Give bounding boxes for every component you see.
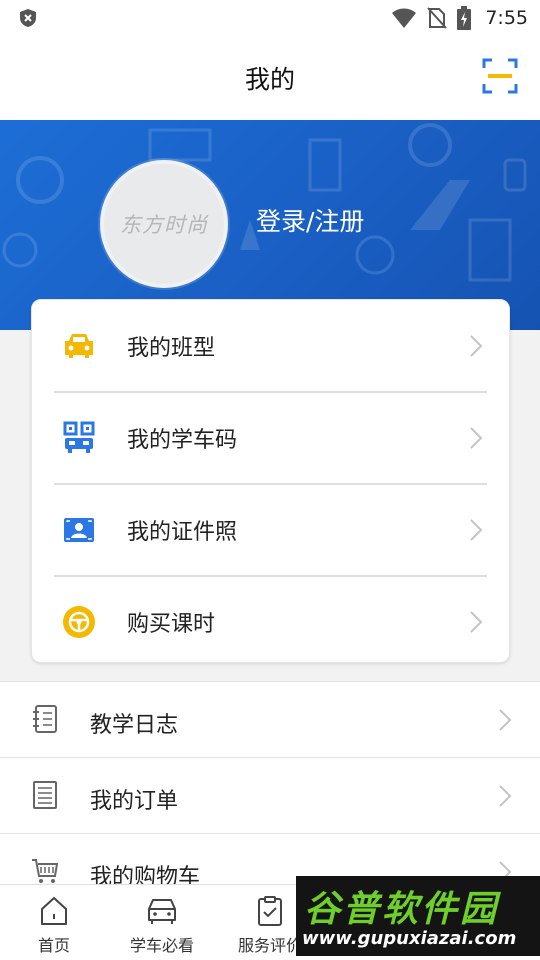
menu-item-id-photo[interactable]: 我的证件照 — [32, 484, 509, 576]
list-item-teaching-log[interactable]: 教学日志 — [0, 682, 540, 758]
steering-wheel-icon — [63, 606, 95, 638]
menu-item-buy-hours[interactable]: 购买课时 — [32, 576, 509, 668]
watermark-url-text: www.gupuxiazai.com — [302, 928, 517, 949]
chevron-right-icon — [499, 709, 512, 731]
chevron-right-icon — [470, 335, 483, 357]
chevron-right-icon — [470, 611, 483, 633]
chevron-right-icon — [499, 785, 512, 807]
list-menu: 教学日志 我的订单 我的购物车 — [0, 681, 540, 910]
home-icon — [41, 897, 67, 925]
status-time: 7:55 — [485, 7, 528, 29]
shield-x-icon — [20, 9, 36, 27]
chevron-right-icon — [470, 519, 483, 541]
menu-item-label: 我的证件照 — [127, 520, 238, 545]
wifi-icon — [392, 8, 417, 28]
no-sim-icon — [427, 7, 448, 29]
chevron-right-icon — [470, 427, 483, 449]
order-list-icon — [33, 781, 57, 809]
app-header: 我的 — [0, 36, 540, 120]
menu-item-label: 我的学车码 — [127, 428, 238, 453]
nav-item-label: 学车必看 — [129, 936, 194, 955]
avatar-logo-text: 东方时尚 — [120, 213, 208, 237]
list-item-my-orders[interactable]: 我的订单 — [0, 758, 540, 834]
list-item-label: 我的订单 — [90, 789, 179, 814]
shopping-cart-icon — [32, 859, 59, 883]
battery-charging-icon — [457, 6, 472, 30]
car-outline-icon — [148, 899, 176, 924]
watermark: 谷普软件园 www.gupuxiazai.com — [296, 876, 540, 956]
status-bar: 7:55 — [0, 0, 540, 36]
menu-item-label: 购买课时 — [127, 612, 216, 637]
nav-item-home[interactable]: 首页 — [0, 885, 108, 960]
list-item-label: 教学日志 — [90, 713, 179, 738]
notebook-icon — [33, 705, 57, 733]
nav-item-must-read[interactable]: 学车必看 — [108, 885, 216, 960]
card-menu: 我的班型 我的学车码 我的证件照 购买课时 — [31, 299, 510, 663]
menu-item-class-type[interactable]: 我的班型 — [32, 300, 509, 392]
qr-bus-icon — [63, 421, 95, 453]
watermark-cn-text: 谷普软件园 — [304, 889, 500, 930]
scan-icon[interactable] — [482, 58, 518, 94]
nav-item-label: 首页 — [37, 936, 70, 955]
avatar[interactable]: 东方时尚 — [100, 160, 228, 288]
id-photo-icon — [64, 518, 94, 542]
car-icon — [65, 334, 93, 358]
menu-item-learner-code[interactable]: 我的学车码 — [32, 392, 509, 484]
page-title: 我的 — [244, 65, 295, 94]
clipboard-check-icon — [258, 896, 282, 926]
login-register-link[interactable]: 登录/注册 — [256, 202, 364, 238]
menu-item-label: 我的班型 — [127, 336, 216, 361]
